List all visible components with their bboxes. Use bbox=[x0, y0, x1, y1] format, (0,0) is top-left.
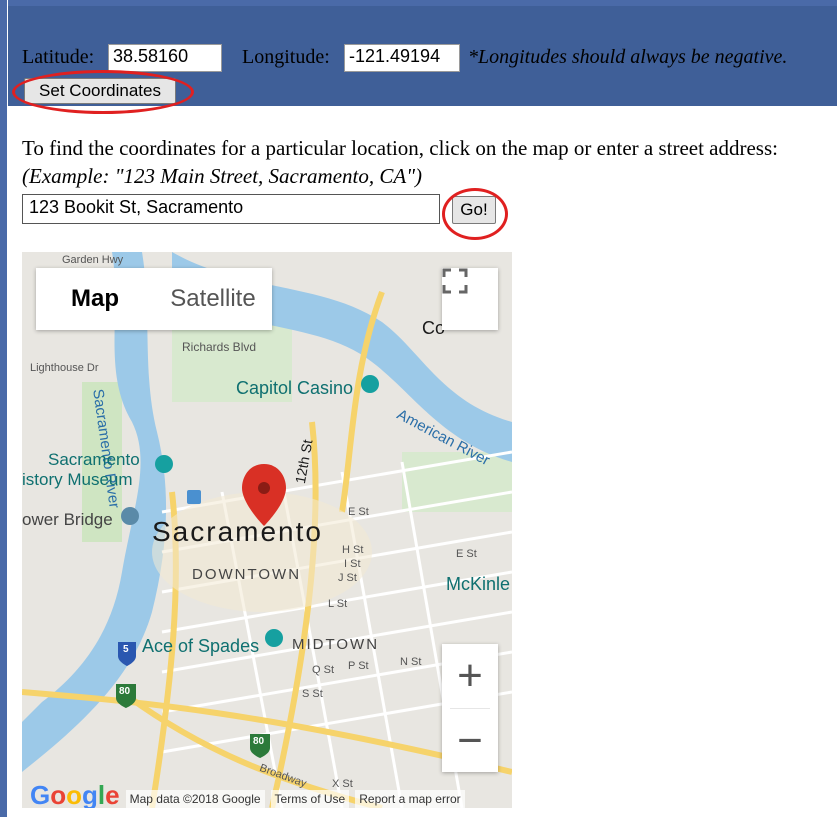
map-label-history-museum-1: Sacramento bbox=[48, 450, 140, 469]
map-label-richards: Richards Blvd bbox=[182, 340, 257, 354]
google-logo: Google bbox=[30, 780, 120, 808]
map-label-tower-bridge: ower Bridge bbox=[22, 510, 113, 529]
left-border bbox=[0, 0, 8, 817]
map-footer: Google Map data ©2018 Google Terms of Us… bbox=[22, 780, 512, 808]
longitude-note: *Longitudes should always be negative. bbox=[468, 46, 788, 68]
map-label-mckinley: McKinle bbox=[446, 574, 511, 594]
highlight-oval-go bbox=[442, 188, 508, 240]
map-label-e-st: E St bbox=[348, 506, 369, 518]
map-label-s-st: S St bbox=[302, 688, 323, 700]
zoom-in-button[interactable]: + bbox=[442, 644, 498, 708]
highway-80-shield-a: 80 bbox=[119, 686, 131, 697]
report-map-error-link[interactable]: Report a map error bbox=[355, 790, 465, 808]
map-label-l-st: L St bbox=[328, 598, 348, 610]
map-type-satellite-button[interactable]: Satellite bbox=[154, 268, 272, 330]
map-label-j-st: J St bbox=[338, 572, 357, 584]
fullscreen-button[interactable] bbox=[442, 268, 498, 330]
map-label-h-st: H St bbox=[342, 544, 364, 556]
instruction-text: To find the coordinates for a particular… bbox=[22, 136, 778, 160]
map-label-p-st: P St bbox=[348, 660, 369, 672]
map-label-n-st: N St bbox=[400, 656, 422, 668]
map-canvas[interactable]: Garden Hwy Lighthouse Dr Sacramento Rive… bbox=[22, 252, 512, 808]
zoom-out-button[interactable]: − bbox=[442, 709, 498, 773]
highway-5-shield: 5 bbox=[123, 644, 129, 655]
map-type-control: Map Satellite bbox=[36, 268, 272, 330]
highlight-oval-set bbox=[12, 70, 194, 114]
map-label-e-st-2: E St bbox=[456, 548, 477, 560]
map-label-i-st: I St bbox=[344, 558, 361, 570]
map-label-lighthouse: Lighthouse Dr bbox=[30, 362, 99, 374]
example-text: (Example: "123 Main Street, Sacramento, … bbox=[22, 164, 423, 188]
latitude-field[interactable]: 38.58160 bbox=[108, 44, 222, 72]
fullscreen-icon bbox=[442, 268, 468, 294]
highway-80-shield-b: 80 bbox=[253, 736, 265, 747]
map-label-capitol-casino: Capitol Casino bbox=[236, 378, 354, 398]
zoom-control: + − bbox=[442, 644, 498, 772]
terms-of-use-link[interactable]: Terms of Use bbox=[270, 790, 350, 808]
map-label-downtown: DOWNTOWN bbox=[192, 566, 302, 583]
map-label-ace-of-spades: Ace of Spades bbox=[142, 636, 260, 656]
latitude-label: Latitude: bbox=[22, 46, 95, 68]
map-label-q-st: Q St bbox=[312, 664, 335, 676]
longitude-field[interactable]: -121.49194 bbox=[344, 44, 460, 72]
longitude-label: Longitude: bbox=[242, 46, 330, 68]
map-label-midtown: MIDTOWN bbox=[292, 636, 380, 653]
map-label-city: Sacramento bbox=[152, 516, 323, 547]
address-input[interactable]: 123 Bookit St, Sacramento bbox=[22, 194, 440, 224]
map-attribution: Map data ©2018 Google bbox=[125, 790, 265, 808]
map-label-garden: Garden Hwy bbox=[62, 254, 124, 266]
map-type-map-button[interactable]: Map bbox=[36, 268, 154, 330]
map-label-history-museum-2: istory Museum bbox=[22, 470, 133, 489]
